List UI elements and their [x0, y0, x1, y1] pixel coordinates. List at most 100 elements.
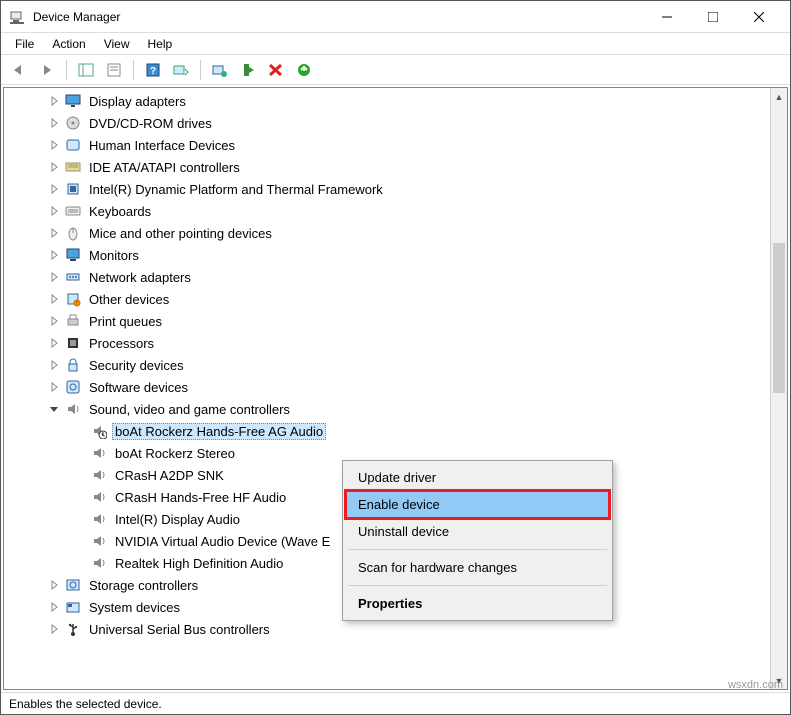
expander-icon[interactable]: [46, 599, 62, 615]
back-button[interactable]: [7, 58, 31, 82]
software-icon: [64, 378, 82, 396]
disable-device-icon[interactable]: [264, 58, 288, 82]
tree-item-label: Intel(R) Dynamic Platform and Thermal Fr…: [86, 181, 386, 198]
ctx-update-driver[interactable]: Update driver: [346, 464, 609, 491]
toolbar: ?: [1, 55, 790, 85]
system-icon: [64, 598, 82, 616]
cpu-icon: [64, 334, 82, 352]
tree-item-label: Mice and other pointing devices: [86, 225, 275, 242]
show-hide-button[interactable]: [74, 58, 98, 82]
app-icon: [9, 9, 25, 25]
help-button[interactable]: ?: [141, 58, 165, 82]
hid-icon: [64, 136, 82, 154]
keyboard-icon: [64, 202, 82, 220]
ctx-properties[interactable]: Properties: [346, 590, 609, 617]
tree-item[interactable]: Software devices: [4, 376, 770, 398]
properties-button[interactable]: [102, 58, 126, 82]
tree-item-label: Security devices: [86, 357, 187, 374]
expander-icon[interactable]: [46, 357, 62, 373]
network-icon: [64, 268, 82, 286]
speaker-icon: [90, 488, 108, 506]
tree-item-label: Monitors: [86, 247, 142, 264]
tree-item[interactable]: Human Interface Devices: [4, 134, 770, 156]
tree-item[interactable]: boAt Rockerz Hands-Free AG Audio: [4, 420, 770, 442]
expander-icon[interactable]: [46, 159, 62, 175]
enable-device-icon[interactable]: [236, 58, 260, 82]
tree-item[interactable]: Universal Serial Bus controllers: [4, 618, 770, 640]
ctx-scan-hardware[interactable]: Scan for hardware changes: [346, 554, 609, 581]
tree-item-label: Software devices: [86, 379, 191, 396]
close-button[interactable]: [736, 2, 782, 32]
tree-item-label: Other devices: [86, 291, 172, 308]
expander-icon[interactable]: [46, 379, 62, 395]
sound-icon: [64, 400, 82, 418]
tree-item[interactable]: Sound, video and game controllers: [4, 398, 770, 420]
menu-action[interactable]: Action: [44, 35, 93, 53]
speaker-icon: [90, 444, 108, 462]
usb-icon: [64, 620, 82, 638]
ctx-uninstall-device[interactable]: Uninstall device: [346, 518, 609, 545]
scrollbar[interactable]: ▲ ▼: [770, 88, 787, 689]
tree-item[interactable]: Network adapters: [4, 266, 770, 288]
menu-help[interactable]: Help: [140, 35, 181, 53]
expander-icon[interactable]: [46, 291, 62, 307]
ctx-separator: [348, 585, 607, 586]
tree-item-label: boAt Rockerz Stereo: [112, 445, 238, 462]
forward-button[interactable]: [35, 58, 59, 82]
ide-icon: [64, 158, 82, 176]
ctx-enable-device[interactable]: Enable device: [346, 491, 609, 518]
tree-item[interactable]: DVD/CD-ROM drives: [4, 112, 770, 134]
expander-icon[interactable]: [46, 203, 62, 219]
tree-item[interactable]: IDE ATA/ATAPI controllers: [4, 156, 770, 178]
tree-item-label: boAt Rockerz Hands-Free AG Audio: [112, 423, 326, 440]
expander-icon[interactable]: [46, 401, 62, 417]
maximize-button[interactable]: [690, 2, 736, 32]
scroll-thumb[interactable]: [773, 243, 785, 393]
tree-item[interactable]: Monitors: [4, 244, 770, 266]
tree-item[interactable]: Security devices: [4, 354, 770, 376]
menu-bar: File Action View Help: [1, 33, 790, 55]
display-icon: [64, 92, 82, 110]
tree-item-label: NVIDIA Virtual Audio Device (Wave E: [112, 533, 333, 550]
tree-item[interactable]: Keyboards: [4, 200, 770, 222]
tree-item[interactable]: Mice and other pointing devices: [4, 222, 770, 244]
tree-item-label: System devices: [86, 599, 183, 616]
tree-item-label: Universal Serial Bus controllers: [86, 621, 273, 638]
expander-icon[interactable]: [46, 115, 62, 131]
expander-icon[interactable]: [46, 247, 62, 263]
speaker-icon: [90, 466, 108, 484]
scan-button[interactable]: [169, 58, 193, 82]
tree-item-label: Sound, video and game controllers: [86, 401, 293, 418]
expander-icon[interactable]: [46, 93, 62, 109]
tree-item[interactable]: Processors: [4, 332, 770, 354]
expander-icon[interactable]: [46, 577, 62, 593]
tree-item[interactable]: Print queues: [4, 310, 770, 332]
expander-icon[interactable]: [46, 137, 62, 153]
expander-icon[interactable]: [46, 621, 62, 637]
status-text: Enables the selected device.: [9, 697, 162, 711]
expander-icon[interactable]: [46, 335, 62, 351]
menu-file[interactable]: File: [7, 35, 42, 53]
watermark: wsxdn.com: [728, 679, 783, 691]
uninstall-device-icon[interactable]: [292, 58, 316, 82]
expander-icon[interactable]: [46, 269, 62, 285]
expander-icon[interactable]: [46, 225, 62, 241]
tree-item[interactable]: !Other devices: [4, 288, 770, 310]
tree-item[interactable]: Display adapters: [4, 90, 770, 112]
menu-view[interactable]: View: [96, 35, 138, 53]
minimize-button[interactable]: [644, 2, 690, 32]
status-bar: Enables the selected device.: [1, 692, 790, 714]
update-driver-icon[interactable]: [208, 58, 232, 82]
other-icon: !: [64, 290, 82, 308]
tree-item-label: Network adapters: [86, 269, 194, 286]
tree-item-label: IDE ATA/ATAPI controllers: [86, 159, 243, 176]
expander-icon[interactable]: [46, 181, 62, 197]
context-menu: Update driver Enable device Uninstall de…: [342, 460, 613, 621]
scroll-up-icon[interactable]: ▲: [771, 88, 787, 105]
tree-item[interactable]: Intel(R) Dynamic Platform and Thermal Fr…: [4, 178, 770, 200]
expander-icon[interactable]: [46, 313, 62, 329]
mouse-icon: [64, 224, 82, 242]
window-title: Device Manager: [33, 10, 644, 24]
tree-item-label: CRasH A2DP SNK: [112, 467, 227, 484]
tree-item-label: Intel(R) Display Audio: [112, 511, 243, 528]
